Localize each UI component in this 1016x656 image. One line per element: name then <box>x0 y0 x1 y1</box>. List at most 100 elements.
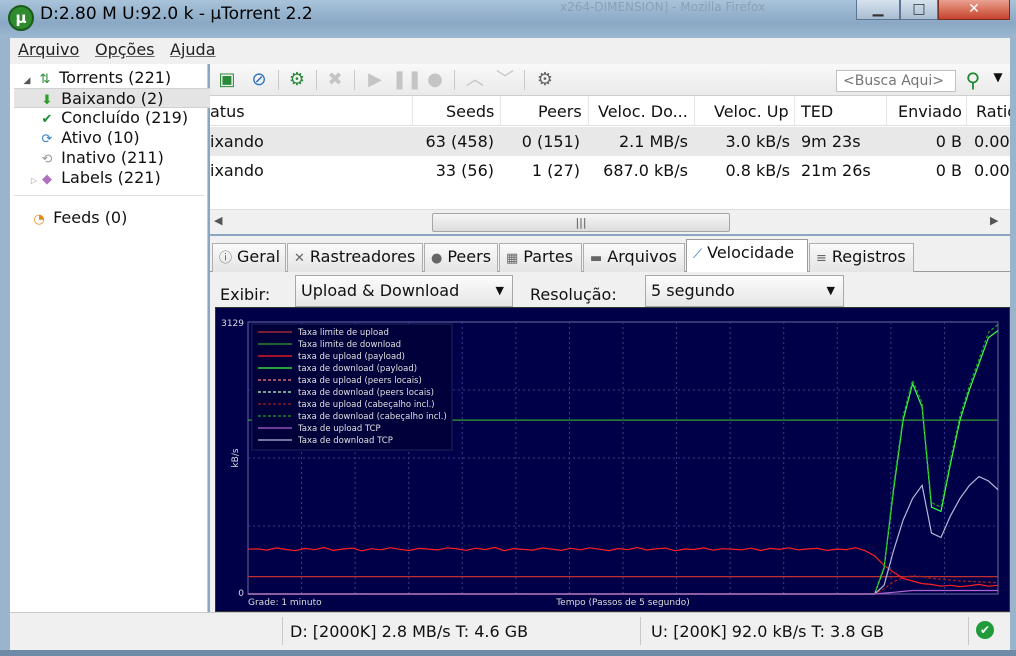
cell-eta: 9m 23s <box>801 132 861 151</box>
tab-velocidade[interactable]: ⟋ Velocidade <box>686 239 808 273</box>
tab-label: Geral <box>237 247 281 266</box>
search-icon[interactable]: ⚲ <box>960 68 986 92</box>
column-divider <box>794 96 795 126</box>
menu-opcoes[interactable]: Opções <box>95 40 155 59</box>
refresh-icon: ⟳ <box>41 132 53 147</box>
scroll-right-arrow-icon[interactable]: ▶ <box>990 214 998 227</box>
sidebar-item-ativo[interactable]: ⟳ Ativo (10) <box>38 128 234 148</box>
table-header: atus Seeds Peers Veloc. Do... Veloc. Up … <box>210 96 1010 126</box>
torrent-list: atus Seeds Peers Veloc. Do... Veloc. Up … <box>210 96 1010 209</box>
column-header-uploaded[interactable]: Enviado <box>898 102 962 121</box>
network-ok-icon[interactable]: ✔ <box>976 621 994 639</box>
legend-entry: taxa de download (cabeçalho incl.) <box>298 412 447 422</box>
cell-uploaded: 0 B <box>935 132 962 151</box>
pieces-icon: ▦ <box>506 251 519 266</box>
column-header-download-speed[interactable]: Veloc. Do... <box>598 102 688 121</box>
legend-entry: taxa de download (payload) <box>298 364 417 374</box>
column-header-ratio[interactable]: Ratio <box>976 102 1010 121</box>
table-row[interactable]: ixando 63 (458) 0 (151) 2.1 MB/s 3.0 kB/… <box>210 127 1010 156</box>
y-tick-max: 3129 <box>221 319 244 329</box>
sidebar-item-feeds[interactable]: ◔ Feeds (0) <box>30 208 226 228</box>
sidebar-item-concluido[interactable]: ✔ Concluído (219) <box>38 108 234 128</box>
y-tick-zero: 0 <box>238 589 244 599</box>
menu-arquivo[interactable]: Arquivo <box>18 40 79 59</box>
tab-registros[interactable]: ≡ Registros <box>809 243 914 272</box>
close-button[interactable]: ✕ <box>938 0 1010 20</box>
status-download[interactable]: D: [2000K] 2.8 MB/s T: 4.6 GB <box>290 622 528 641</box>
sidebar-item-label: Concluído (219) <box>61 108 189 127</box>
column-divider <box>886 96 887 126</box>
scrollbar-thumb[interactable]: ||| <box>432 213 730 232</box>
cell-status: ixando <box>210 161 264 180</box>
move-down-icon[interactable]: ﹀ <box>492 68 518 92</box>
cell-seeds: 63 (458) <box>425 132 494 151</box>
legend-entry: Taxa de upload TCP <box>297 424 381 434</box>
move-up-icon[interactable]: ︿ <box>462 68 488 92</box>
chevron-down-icon[interactable]: ▼ <box>990 70 1006 84</box>
column-header-upload-speed[interactable]: Veloc. Up <box>714 102 789 121</box>
status-bar: D: [2000K] 2.8 MB/s T: 4.6 GB U: [200K] … <box>10 612 1010 650</box>
scroll-left-arrow-icon[interactable]: ◀ <box>214 214 222 227</box>
sidebar-item-torrents[interactable]: ◢ ⇅ Torrents (221) <box>18 68 214 88</box>
cell-peers: 0 (151) <box>521 132 580 151</box>
menu-ajuda[interactable]: Ajuda <box>170 40 216 59</box>
create-torrent-icon[interactable]: ⚙ <box>284 68 310 92</box>
torrents-icon: ⇅ <box>39 72 51 87</box>
rss-feed-icon: ◔ <box>33 212 45 227</box>
menu-bar: Arquivo Opções Ajuda <box>10 38 1010 64</box>
legend-entry: taxa de upload (cabeçalho incl.) <box>298 400 435 410</box>
search-input[interactable] <box>836 70 956 92</box>
preferences-gear-icon[interactable]: ⚙ <box>532 68 558 92</box>
maximize-button[interactable]: □ <box>900 0 938 20</box>
tab-arquivos[interactable]: ▬ Arquivos <box>583 243 685 272</box>
tab-label: Registros <box>831 247 906 266</box>
minimize-button[interactable]: ▁ <box>856 0 900 20</box>
column-header-peers[interactable]: Peers <box>538 102 582 121</box>
horizontal-scrollbar[interactable]: ◀ ||| ▶ <box>210 209 1010 234</box>
status-divider <box>968 617 969 645</box>
detail-tabs: ⓘ Geral ✕ Rastreadores ● Peers ▦ Partes ▬ Arq… <box>210 236 1010 273</box>
sidebar-item-baixando[interactable]: ⬇ Baixando (2) <box>14 88 210 108</box>
cell-upload-speed: 0.8 kB/s <box>725 161 791 180</box>
window-frame-right <box>1010 38 1016 650</box>
pause-icon[interactable]: ❚❚ <box>392 68 422 92</box>
show-select[interactable]: Upload & Download ▼ <box>295 275 513 307</box>
column-divider <box>412 96 413 126</box>
toolbar-separator <box>316 70 317 90</box>
collapse-triangle-icon[interactable]: ◢ <box>18 76 36 86</box>
remove-icon[interactable]: ✖ <box>322 68 348 92</box>
tab-peers[interactable]: ● Peers <box>424 243 498 272</box>
inactive-icon: ⟲ <box>41 152 53 167</box>
column-divider <box>588 96 589 126</box>
legend-entry: taxa de upload (payload) <box>298 352 405 362</box>
show-select-value: Upload & Download <box>301 281 460 300</box>
show-label: Exibir: <box>220 285 271 304</box>
sidebar-item-label: Baixando (2) <box>61 89 164 108</box>
expand-triangle-icon[interactable]: ▷ <box>30 176 38 185</box>
table-row[interactable]: ixando 33 (56) 1 (27) 687.0 kB/s 0.8 kB/… <box>210 156 1010 185</box>
window-title: D:2.80 M U:92.0 k - µTorrent 2.2 <box>40 4 313 24</box>
cell-download-speed: 2.1 MB/s <box>618 132 688 151</box>
tag-icon: ◆ <box>42 172 52 187</box>
add-url-icon[interactable]: ⊘ <box>246 68 272 92</box>
resolution-label: Resolução: <box>530 285 617 304</box>
tab-geral[interactable]: ⓘ Geral <box>212 243 286 272</box>
tab-rastreadores[interactable]: ✕ Rastreadores <box>287 243 423 272</box>
column-header-eta[interactable]: TED <box>801 102 833 121</box>
cell-ratio: 0.000 <box>974 161 1010 180</box>
sidebar-item-label: Inativo (211) <box>61 148 164 167</box>
sidebar-item-inativo[interactable]: ⟲ Inativo (211) <box>38 148 234 168</box>
y-axis-label: kB/s <box>231 448 241 467</box>
stop-icon[interactable]: ● <box>422 68 448 92</box>
sidebar-item-labels[interactable]: ▷ ◆ Labels (221) <box>30 168 226 188</box>
tab-partes[interactable]: ▦ Partes <box>499 243 582 272</box>
resolution-select[interactable]: 5 segundo ▼ <box>645 275 844 307</box>
column-header-status[interactable]: atus <box>210 102 245 121</box>
column-header-seeds[interactable]: Seeds <box>446 102 494 121</box>
column-divider <box>966 96 967 126</box>
tab-label: Velocidade <box>707 243 795 262</box>
add-torrent-icon[interactable]: ▣ <box>214 68 240 92</box>
start-icon[interactable]: ▶ <box>362 68 388 92</box>
status-upload[interactable]: U: [200K] 92.0 kB/s T: 3.8 GB <box>651 622 884 641</box>
cell-upload-speed: 3.0 kB/s <box>725 132 791 151</box>
